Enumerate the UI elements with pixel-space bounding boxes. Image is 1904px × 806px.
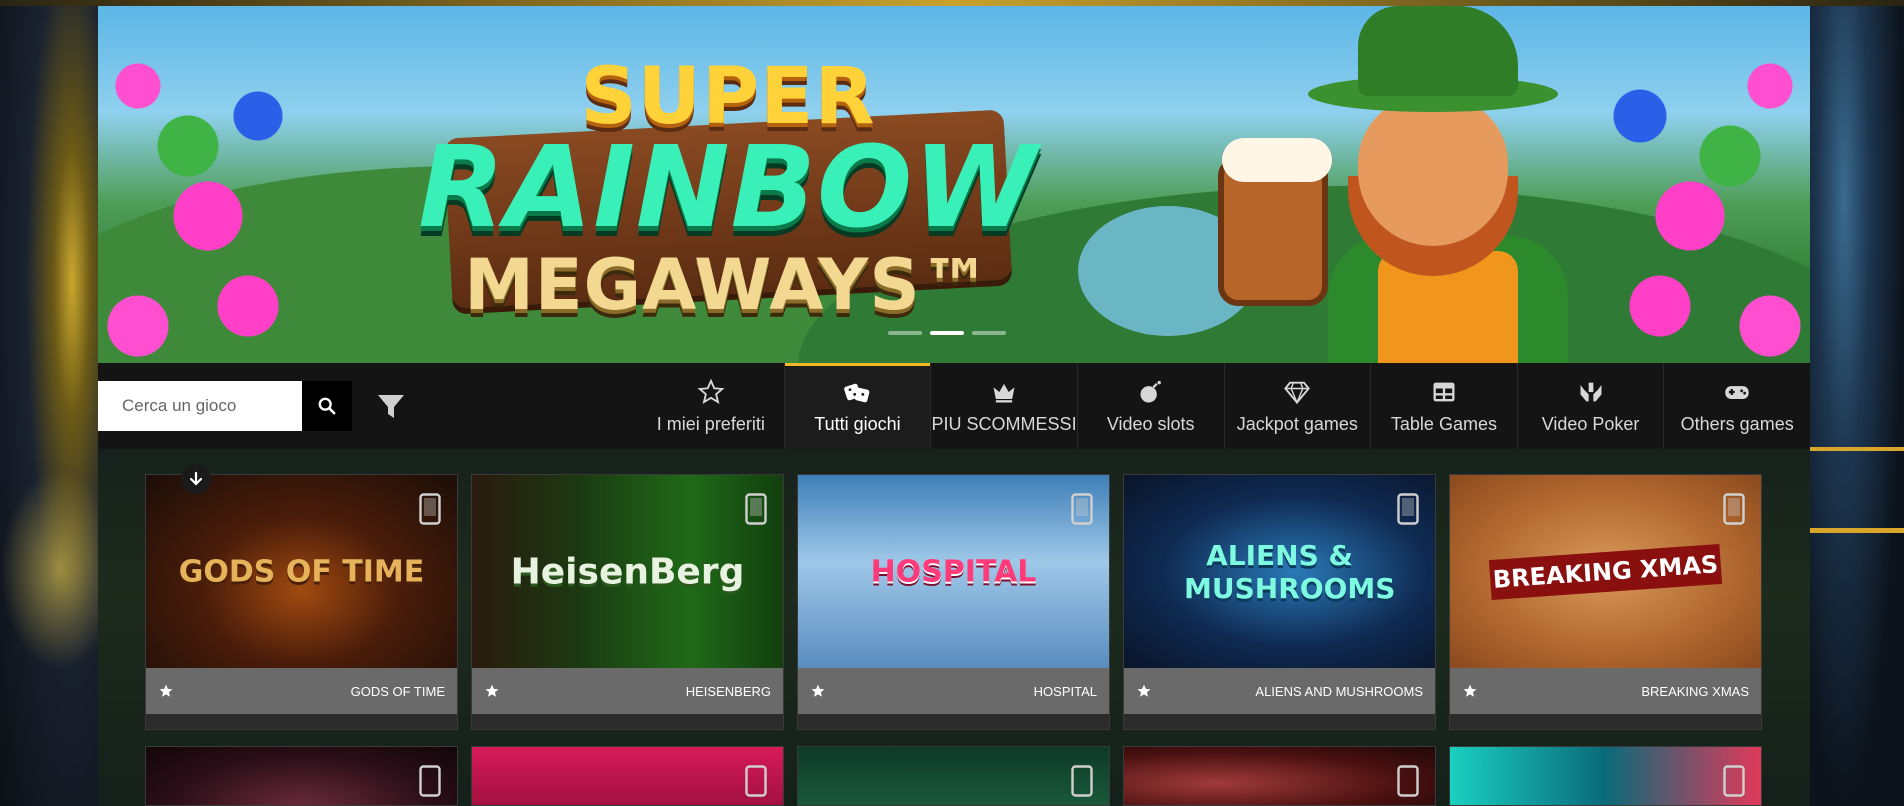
tab-table-games[interactable]: Table Games [1371, 363, 1518, 449]
mobile-icon [745, 765, 767, 797]
mobile-icon [1723, 765, 1745, 797]
game-card-footer: ALIENS AND MUSHROOMS [1124, 668, 1435, 714]
banner-flowers-left [98, 26, 288, 363]
game-thumbnail[interactable]: GODS OF TIME [146, 475, 457, 668]
game-art-title: BREAKING XMAS [1488, 543, 1723, 600]
tab-most-bet[interactable]: PIU SCOMMESSI [931, 363, 1078, 449]
game-title: ALIENS AND MUSHROOMS [1255, 683, 1423, 699]
category-tabs: I miei preferiti Tutti giochi PIU SCOMME… [638, 363, 1810, 449]
game-art-title: ALIENS & MUSHROOMS [1184, 538, 1396, 605]
game-thumbnail[interactable] [472, 747, 783, 805]
scroll-down-button[interactable] [181, 464, 211, 494]
game-thumbnail[interactable] [146, 747, 457, 805]
game-thumbnail[interactable]: BREAKING XMAS [1450, 475, 1761, 668]
mobile-icon [1397, 765, 1419, 797]
mobile-icon [1071, 493, 1093, 525]
tab-label: Table Games [1390, 413, 1497, 434]
games-toolbar: I miei preferiti Tutti giochi PIU SCOMME… [98, 363, 1810, 449]
favorite-star-icon[interactable] [484, 683, 500, 699]
game-art-title: HeisenBerg [510, 551, 745, 592]
tab-label: Tutti giochi [814, 413, 901, 434]
filter-icon [378, 395, 404, 418]
search-button[interactable] [302, 381, 352, 431]
game-title: HOSPITAL [1033, 683, 1097, 699]
banner-game-logo: SUPER RAINBOW MEGAWAYS™ [418, 34, 1036, 344]
logo-line-rainbow: RAINBOW [418, 123, 1038, 253]
game-card-footer: HEISENBERG [472, 668, 783, 714]
diamond-icon [1284, 381, 1311, 404]
favorite-star-icon[interactable] [158, 683, 174, 699]
dice-icon [844, 383, 870, 402]
banner-dot[interactable] [972, 331, 1006, 335]
mobile-icon [1071, 765, 1093, 797]
search-icon [318, 397, 336, 415]
leprechaun-face [1358, 96, 1508, 246]
search-input[interactable] [98, 381, 302, 431]
game-card[interactable]: BREAKING XMAS BREAKING XMAS [1449, 474, 1762, 730]
tab-jackpot-games[interactable]: Jackpot games [1225, 363, 1372, 449]
filter-button[interactable] [366, 381, 416, 431]
game-thumbnail[interactable] [798, 747, 1109, 805]
game-card[interactable]: HeisenBerg HEISENBERG [471, 474, 784, 730]
crown-icon [993, 383, 1015, 402]
game-card-footer: BREAKING XMAS [1450, 668, 1761, 714]
tab-label: I miei preferiti [656, 413, 765, 434]
game-thumbnail[interactable] [1124, 747, 1435, 805]
tab-label: Jackpot games [1236, 413, 1358, 434]
beer-foam [1222, 138, 1332, 182]
tab-others-games[interactable]: Others games [1664, 363, 1810, 449]
mobile-icon [419, 493, 441, 525]
game-thumbnail[interactable]: HeisenBerg [472, 475, 783, 668]
game-card[interactable] [797, 746, 1110, 806]
favorite-star-icon[interactable] [1136, 683, 1152, 699]
game-card[interactable] [471, 746, 784, 806]
tab-all-games[interactable]: Tutti giochi [784, 363, 932, 449]
game-card[interactable]: HOSPITAL HOSPITAL [797, 474, 1110, 730]
game-card[interactable] [145, 746, 458, 806]
tab-label: Video slots [1106, 413, 1195, 434]
mobile-icon [745, 493, 767, 525]
game-title: HEISENBERG [685, 683, 771, 699]
leprechaun-character [1208, 6, 1628, 363]
mobile-icon [1397, 493, 1419, 525]
arrow-down-icon [189, 471, 203, 486]
game-card[interactable] [1123, 746, 1436, 806]
game-thumbnail[interactable]: ALIENS & MUSHROOMS [1124, 475, 1435, 668]
bomb-icon [1140, 380, 1161, 402]
tab-label: Others games [1680, 413, 1794, 434]
game-card[interactable]: ALIENS & MUSHROOMS ALIENS AND MUSHROOMS [1123, 474, 1436, 730]
star-icon [697, 378, 725, 404]
game-thumbnail[interactable] [1450, 747, 1761, 805]
banner-dot[interactable] [888, 331, 922, 335]
favorite-star-icon[interactable] [1462, 683, 1478, 699]
game-art-title: HOSPITAL [870, 554, 1037, 589]
game-title: BREAKING XMAS [1641, 683, 1749, 699]
tab-label: Video Poker [1541, 413, 1640, 434]
game-card-footer: HOSPITAL [798, 668, 1109, 714]
banner-dot-active[interactable] [930, 331, 964, 335]
game-card[interactable]: GODS OF TIME GODS OF TIME [145, 474, 458, 730]
tab-favorites[interactable]: I miei preferiti [638, 363, 785, 449]
game-card[interactable] [1449, 746, 1762, 806]
tab-label: PIU SCOMMESSI [931, 413, 1077, 434]
banner-flowers-right [1600, 26, 1810, 363]
hands-icon [1580, 382, 1602, 401]
logo-line-megaways: MEGAWAYS™ [464, 244, 992, 326]
table-icon [1433, 382, 1455, 401]
gamepad-icon [1725, 385, 1749, 399]
game-card-footer: GODS OF TIME [146, 668, 457, 714]
game-title: GODS OF TIME [350, 683, 445, 699]
game-art-title: GODS OF TIME [178, 554, 425, 589]
mobile-icon [1723, 493, 1745, 525]
games-grid: GODS OF TIME GODS OF TIME HeisenBerg HEI… [145, 474, 1763, 806]
leprechaun-hat [1358, 6, 1518, 96]
favorite-star-icon[interactable] [810, 683, 826, 699]
mobile-icon [419, 765, 441, 797]
promo-banner[interactable]: SUPER RAINBOW MEGAWAYS™ [98, 6, 1810, 363]
search-bar [98, 363, 638, 449]
banner-pagination [888, 331, 1006, 335]
tab-video-poker[interactable]: Video Poker [1518, 363, 1665, 449]
game-thumbnail[interactable]: HOSPITAL [798, 475, 1109, 668]
tab-video-slots[interactable]: Video slots [1078, 363, 1225, 449]
